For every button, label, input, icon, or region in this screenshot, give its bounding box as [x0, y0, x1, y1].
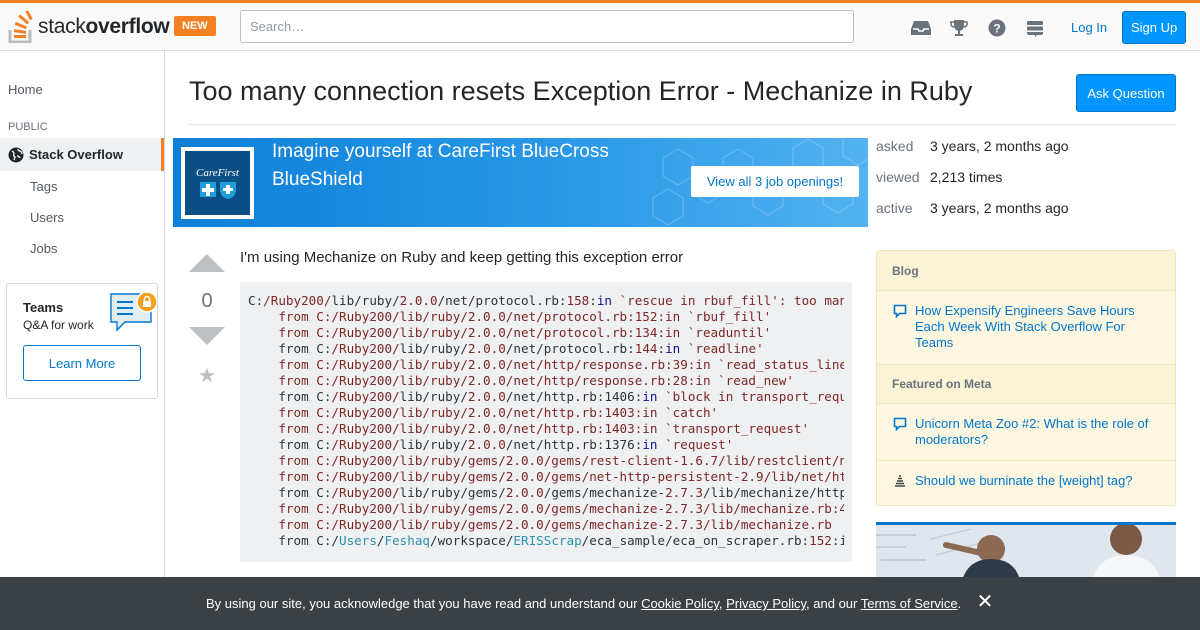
code-line: from C:/Ruby200/lib/ruby/2.0.0/net/proto… — [278, 325, 772, 340]
achievements-icon[interactable] — [948, 17, 970, 39]
ask-question-button[interactable]: Ask Question — [1076, 74, 1176, 112]
nav-users[interactable]: Users — [30, 210, 64, 225]
left-sidebar: Home PUBLIC Stack Overflow Tags Users Jo… — [0, 51, 165, 630]
inbox-icon[interactable] — [910, 17, 932, 39]
cookie-banner: By using our site, you acknowledge that … — [0, 577, 1200, 630]
bluecross-blueshield-icon — [199, 182, 236, 199]
login-button[interactable]: Log In — [1061, 11, 1117, 44]
view-job-openings-button[interactable]: View all 3 job openings! — [691, 166, 859, 197]
ad-headline: Imagine yourself at CareFirst BlueCross … — [272, 141, 609, 190]
signup-button[interactable]: Sign Up — [1122, 11, 1187, 44]
logo-text: stackoverflow — [38, 15, 170, 38]
speech-bubble-icon — [893, 303, 909, 351]
code-line: from C:/Ruby200/lib/ruby/2.0.0/net/http.… — [248, 389, 844, 404]
nav-home[interactable]: Home — [8, 82, 43, 97]
code-line: from C:/Users/Feshaq/workspace/ERISScrap… — [248, 533, 844, 548]
blog-widget: Blog How Expensify Engineers Save Hours … — [876, 250, 1176, 506]
code-line: C:/Ruby200/lib/ruby/2.0.0/net/protocol.r… — [248, 293, 844, 308]
speech-bubble-icon — [893, 416, 909, 448]
nav-stack-overflow[interactable]: Stack Overflow — [0, 138, 164, 171]
code-block: C:/Ruby200/lib/ruby/2.0.0/net/protocol.r… — [240, 282, 852, 562]
code-line: from C:/Ruby200/lib/ruby/gems/2.0.0/gems… — [278, 501, 844, 516]
blog-item-link[interactable]: How Expensify Engineers Save Hours Each … — [915, 303, 1163, 351]
nav-public-label: PUBLIC — [8, 121, 48, 133]
meta-item-link[interactable]: Unicorn Meta Zoo #2: What is the role of… — [915, 416, 1163, 448]
stackoverflow-logo-icon — [8, 11, 33, 43]
cookie-policy-link[interactable]: Cookie Policy — [641, 596, 719, 611]
title-divider — [189, 124, 1176, 125]
code-line: from C:/Ruby200/lib/ruby/gems/2.0.0/gems… — [278, 469, 844, 484]
vote-count: 0 — [201, 290, 213, 312]
vote-controls: 0 ★ — [189, 254, 225, 388]
teams-title: Teams — [23, 300, 64, 315]
teams-promo: Teams Q&A for work Learn More — [6, 283, 158, 399]
question-title[interactable]: Too many connection resets Exception Err… — [189, 76, 972, 107]
code-line: from C:/Ruby200/lib/ruby/2.0.0/net/http.… — [278, 405, 719, 420]
search-input[interactable] — [240, 10, 854, 43]
privacy-policy-link[interactable]: Privacy Policy — [726, 596, 806, 611]
globe-icon — [8, 147, 24, 162]
svg-text:?: ? — [993, 22, 1000, 36]
code-line: from C:/Ruby200/lib/ruby/2.0.0/net/http/… — [278, 357, 844, 372]
top-icon-bar: ? — [910, 17, 1046, 39]
stack-exchange-meta-icon — [893, 473, 909, 493]
stat-viewed-label: viewed — [876, 169, 920, 185]
nav-stack-overflow-label: Stack Overflow — [29, 147, 123, 162]
carefirst-logo: CareFirst — [181, 147, 254, 219]
blog-item[interactable]: How Expensify Engineers Save Hours Each … — [893, 303, 1163, 351]
stat-viewed-value: 2,213 times — [930, 169, 1003, 185]
code-line: from C:/Ruby200/lib/ruby/gems/2.0.0/gems… — [278, 453, 844, 468]
nav-tags[interactable]: Tags — [30, 179, 57, 194]
code-line: from C:/Ruby200/lib/ruby/2.0.0/net/http.… — [248, 437, 734, 452]
favorite-star-icon[interactable]: ★ — [189, 363, 225, 388]
downvote-arrow-icon[interactable] — [189, 327, 225, 345]
stat-active-value[interactable]: 3 years, 2 months ago — [930, 200, 1069, 216]
new-badge[interactable]: NEW — [174, 16, 216, 36]
question-body-text: I'm using Mechanize on Ruby and keep get… — [240, 249, 684, 266]
code-line: from C:/Ruby200/lib/ruby/2.0.0/net/http/… — [278, 373, 794, 388]
help-icon[interactable]: ? — [986, 17, 1008, 39]
stackoverflow-logo[interactable]: stackoverflow — [8, 11, 170, 43]
carefirst-logo-text: CareFirst — [196, 167, 239, 179]
upvote-arrow-icon[interactable] — [189, 254, 225, 272]
sidebar-ad-image[interactable] — [876, 522, 1176, 582]
learn-more-button[interactable]: Learn More — [23, 345, 141, 381]
terms-of-service-link[interactable]: Terms of Service — [861, 596, 958, 611]
close-icon[interactable]: ✕ — [976, 591, 994, 613]
code-line: from C:/Ruby200/lib/ruby/gems/2.0.0/gems… — [248, 485, 844, 500]
site-switcher-icon[interactable] — [1024, 17, 1046, 39]
nav-jobs[interactable]: Jobs — [30, 241, 57, 256]
meta-divider — [877, 460, 1175, 461]
teams-illustration-icon — [110, 291, 157, 332]
meta-item-link[interactable]: Should we burninate the [weight] tag? — [915, 473, 1133, 493]
stat-asked-label: asked — [876, 138, 914, 154]
meta-item[interactable]: Should we burninate the [weight] tag? — [893, 473, 1163, 493]
code-line: from C:/Ruby200/lib/ruby/2.0.0/net/http.… — [278, 421, 810, 436]
top-bar: stackoverflow NEW ? Log In Sign Up — [0, 0, 1200, 51]
code-line: from C:/Ruby200/lib/ruby/gems/2.0.0/gems… — [278, 517, 832, 532]
meta-item[interactable]: Unicorn Meta Zoo #2: What is the role of… — [893, 416, 1163, 448]
cookie-notice-text: By using our site, you acknowledge that … — [206, 596, 962, 611]
code-line: from C:/Ruby200/lib/ruby/2.0.0/net/proto… — [278, 309, 772, 324]
stat-active-label: active — [876, 200, 913, 216]
job-ad-banner[interactable]: CareFirst Imagine yourself at CareFirst … — [173, 138, 868, 227]
code-line: from C:/Ruby200/lib/ruby/2.0.0/net/proto… — [248, 341, 764, 356]
teams-subtitle: Q&A for work — [23, 318, 94, 332]
blog-heading: Blog — [877, 251, 1175, 291]
stat-asked-value: 3 years, 2 months ago — [930, 138, 1069, 154]
office-people-image — [876, 525, 1176, 582]
featured-meta-heading: Featured on Meta — [877, 364, 1175, 404]
